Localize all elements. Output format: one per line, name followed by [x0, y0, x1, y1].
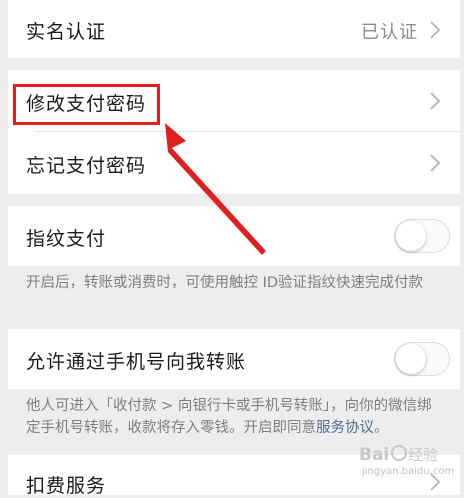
svg-text:经验: 经验	[408, 446, 438, 464]
watermark-url: jingyan.baidu.com	[362, 466, 455, 477]
svg-text:Bai: Bai	[359, 445, 389, 465]
annotation-arrow-icon	[165, 123, 266, 255]
